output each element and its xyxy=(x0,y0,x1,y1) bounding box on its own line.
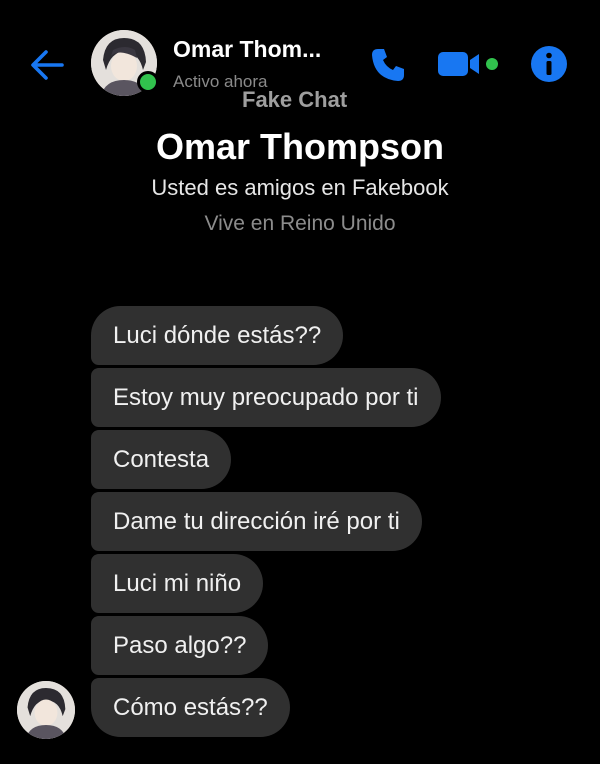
back-arrow-icon[interactable] xyxy=(28,46,66,84)
message-bubble[interactable]: Estoy muy preocupado por ti xyxy=(91,368,441,427)
message-bubble[interactable]: Contesta xyxy=(91,430,232,489)
message-thread: Luci dónde estás?? Estoy muy preocupado … xyxy=(91,306,571,740)
location-info: Vive en Reino Unido xyxy=(204,212,396,235)
video-camera-icon[interactable] xyxy=(437,48,501,80)
profile-name: Omar Thompson xyxy=(155,126,445,167)
message-bubble[interactable]: Luci mi niño xyxy=(91,554,264,613)
friendship-status: Usted es amigos en Fakebook xyxy=(151,175,449,200)
contact-name[interactable]: Omar Thom... xyxy=(173,36,321,63)
contact-avatar[interactable] xyxy=(91,30,159,96)
sender-avatar[interactable] xyxy=(17,681,75,739)
phone-icon[interactable] xyxy=(368,45,408,85)
chat-header: Omar Thom... Activo ahora Fake Chat xyxy=(0,0,600,130)
message-bubble[interactable]: Paso algo?? xyxy=(91,616,269,675)
online-indicator xyxy=(137,71,159,93)
message-bubble[interactable]: Cómo estás?? xyxy=(91,678,290,737)
info-icon[interactable] xyxy=(529,44,569,84)
message-bubble[interactable]: Luci dónde estás?? xyxy=(91,306,344,365)
message-bubble[interactable]: Dame tu dirección iré por ti xyxy=(91,492,422,551)
watermark: Fake Chat xyxy=(242,87,348,112)
